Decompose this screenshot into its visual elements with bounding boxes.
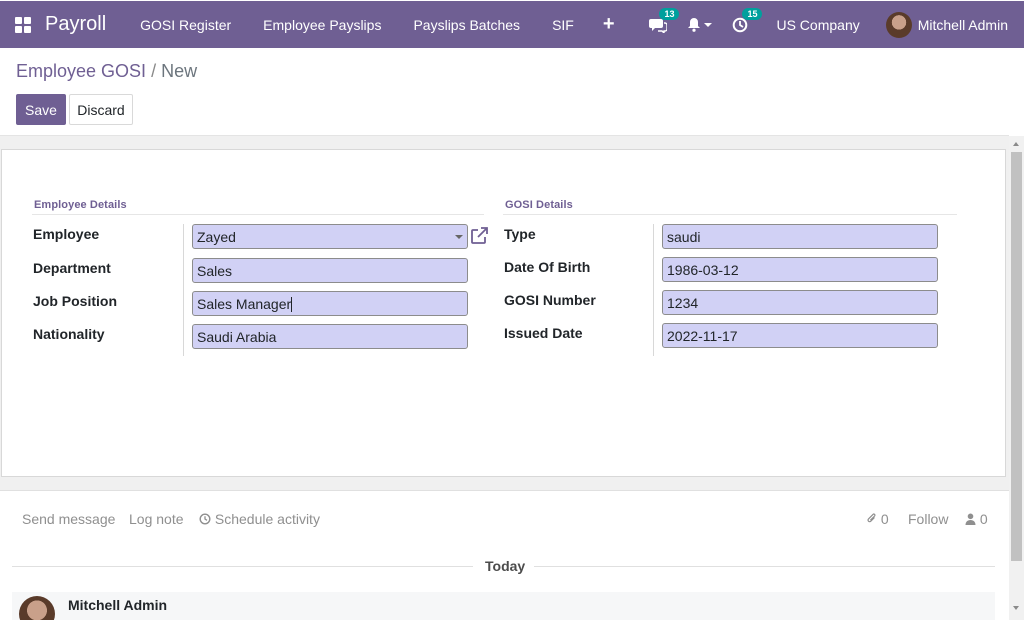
followers-count: 0	[979, 511, 988, 527]
app-brand[interactable]: Payroll	[45, 13, 106, 36]
bell-icon	[688, 18, 701, 32]
menu-employee-payslips[interactable]: Employee Payslips	[247, 17, 397, 33]
issued-date-label: Issued Date	[504, 325, 583, 341]
user-menu[interactable]: Mitchell Admin	[885, 11, 1008, 38]
schedule-activity-button[interactable]: Schedule activity	[199, 511, 320, 527]
message-author[interactable]: Mitchell Admin	[68, 597, 167, 613]
log-note-button[interactable]: Log note	[129, 511, 184, 527]
follow-button[interactable]: Follow	[908, 511, 948, 527]
job-position-value: Sales Manager	[197, 296, 292, 312]
employee-select[interactable]: Zayed	[192, 224, 468, 249]
today-divider-right	[534, 566, 995, 567]
type-field[interactable]: saudi	[662, 224, 938, 249]
company-switcher[interactable]: US Company	[776, 17, 859, 33]
date-of-birth-field[interactable]: 1986-03-12	[662, 257, 938, 282]
breadcrumb-parent[interactable]: Employee GOSI	[16, 61, 146, 81]
quick-create-plus-icon[interactable]: +	[590, 13, 628, 36]
attachments-button[interactable]: 0	[867, 511, 889, 527]
gosi-details-title: GOSI Details	[505, 199, 573, 211]
gosi-number-label: GOSI Number	[504, 292, 596, 308]
user-name: Mitchell Admin	[917, 16, 1008, 33]
scrollbar-thumb[interactable]	[1011, 152, 1022, 561]
menu-gosi-register[interactable]: GOSI Register	[124, 17, 247, 33]
date-of-birth-label: Date Of Birth	[504, 259, 591, 275]
menu-sif[interactable]: SIF	[536, 17, 590, 33]
user-avatar	[885, 11, 912, 38]
scroll-up-icon[interactable]	[1013, 142, 1019, 146]
send-message-button[interactable]: Send message	[22, 511, 115, 527]
gosi-labels-divider	[653, 224, 654, 356]
job-position-field[interactable]: Sales Manager	[192, 291, 468, 316]
nationality-label: Nationality	[33, 326, 105, 342]
messages-count-badge: 13	[659, 7, 680, 20]
user-icon	[965, 513, 976, 525]
chevron-down-icon	[704, 22, 713, 27]
employee-label: Employee	[33, 226, 100, 242]
discard-button[interactable]: Discard	[69, 94, 133, 125]
employee-labels-divider	[183, 224, 184, 356]
messaging-menu[interactable]: 13	[649, 7, 680, 33]
breadcrumb-separator: /	[146, 61, 162, 81]
notifications-menu[interactable]	[687, 17, 713, 32]
breadcrumb: Employee GOSI / New	[16, 61, 197, 82]
followers-button[interactable]: 0	[965, 511, 988, 527]
type-label: Type	[504, 226, 536, 242]
job-position-label: Job Position	[33, 293, 117, 309]
employee-details-title: Employee Details	[34, 199, 127, 211]
activities-count-badge: 15	[742, 7, 763, 20]
paperclip-icon	[867, 513, 876, 523]
vertical-scrollbar[interactable]	[1009, 136, 1024, 620]
breadcrumb-current: New	[161, 61, 198, 81]
save-button[interactable]: Save	[16, 94, 66, 125]
activity-menu[interactable]: 15	[732, 7, 763, 33]
clock-icon	[199, 513, 211, 525]
menu-payslips-batches[interactable]: Payslips Batches	[397, 17, 536, 33]
scroll-down-icon[interactable]	[1013, 606, 1019, 610]
department-label: Department	[33, 260, 111, 276]
gosi-details-divider	[503, 214, 957, 215]
today-separator: Today	[485, 558, 526, 574]
issued-date-field[interactable]: 2022-11-17	[662, 323, 938, 348]
apps-menu-icon[interactable]	[15, 16, 31, 33]
employee-value: Zayed	[197, 229, 236, 245]
external-link-icon[interactable]	[469, 226, 489, 246]
employee-details-divider	[32, 214, 484, 215]
department-field[interactable]: Sales	[192, 258, 468, 283]
today-divider-left	[12, 566, 473, 567]
top-navbar: Payroll GOSI Register Employee Payslips …	[0, 0, 1024, 48]
gosi-number-field[interactable]: 1234	[662, 290, 938, 315]
attachments-count: 0	[880, 511, 889, 527]
schedule-activity-label: Schedule activity	[214, 511, 320, 527]
text-cursor	[291, 297, 293, 312]
nationality-field[interactable]: Saudi Arabia	[192, 324, 468, 349]
dropdown-caret-icon[interactable]	[455, 235, 463, 239]
